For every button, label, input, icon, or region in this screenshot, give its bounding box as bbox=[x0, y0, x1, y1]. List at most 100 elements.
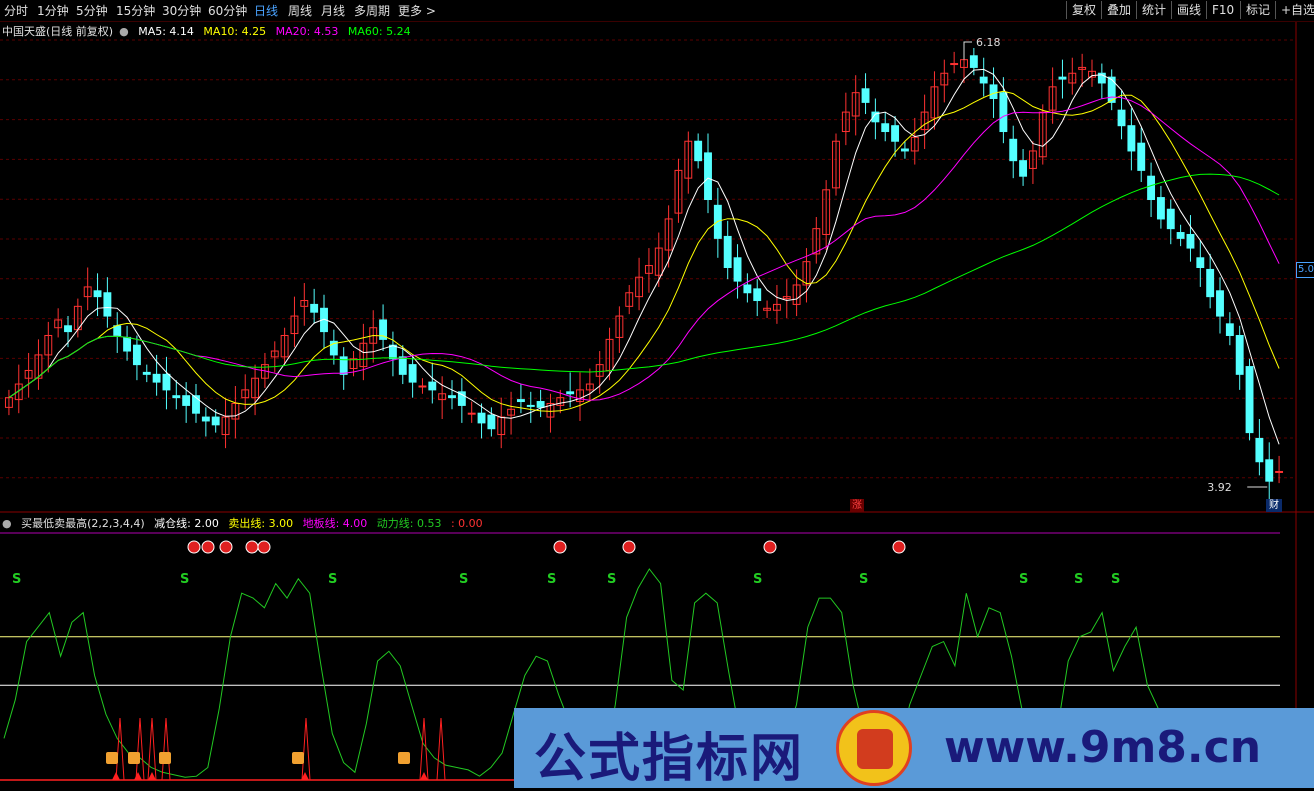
buy-arrow-icon bbox=[112, 772, 120, 780]
candle-body bbox=[448, 395, 456, 399]
candle-body bbox=[1275, 470, 1284, 473]
s-marker: S bbox=[328, 572, 337, 587]
sell-ball-icon bbox=[892, 540, 906, 554]
candle-body bbox=[1147, 175, 1156, 201]
candle-body bbox=[694, 140, 703, 162]
candle-body bbox=[1265, 459, 1274, 482]
sell-ball-icon bbox=[763, 540, 777, 554]
s-marker: S bbox=[1019, 572, 1028, 587]
candle-body bbox=[536, 401, 545, 408]
candle-body bbox=[1176, 232, 1185, 239]
s-marker: S bbox=[547, 572, 556, 587]
candle-body bbox=[487, 414, 496, 430]
high-price-label: 6.18 bbox=[976, 36, 1001, 49]
s-marker: S bbox=[459, 572, 468, 587]
buy-flag-icon bbox=[106, 752, 118, 764]
candle-body bbox=[64, 325, 72, 333]
candle-body bbox=[566, 391, 575, 395]
candle-body bbox=[753, 288, 762, 302]
s-marker: S bbox=[859, 572, 868, 587]
candles bbox=[4, 48, 1284, 501]
candle-body bbox=[881, 123, 890, 133]
candle-body bbox=[467, 412, 476, 415]
candle-body bbox=[172, 395, 181, 399]
candle-body bbox=[132, 344, 141, 366]
sell-ball-icon bbox=[257, 540, 271, 554]
buy-arrow-icon bbox=[134, 772, 142, 780]
low-price-label: 3.92 bbox=[1207, 481, 1232, 494]
buy-flag-icon bbox=[159, 752, 171, 764]
ma10-line bbox=[8, 90, 1280, 412]
s-marker: S bbox=[1111, 572, 1120, 587]
candle-body bbox=[388, 344, 397, 360]
sell-ball-icon bbox=[622, 540, 636, 554]
buy-flag-icon bbox=[398, 752, 410, 764]
candle-body bbox=[162, 373, 171, 391]
buy-arrow-icon bbox=[420, 772, 428, 780]
signal-spike bbox=[115, 717, 125, 781]
annotations: 6.18 3.92 bbox=[963, 36, 1268, 494]
candle-body bbox=[743, 284, 752, 294]
candle-body bbox=[152, 373, 161, 383]
candle-body bbox=[1196, 257, 1205, 268]
candle-body bbox=[516, 399, 525, 403]
signal-spike bbox=[436, 717, 446, 781]
buy-flag-icon bbox=[292, 752, 304, 764]
candle-body bbox=[428, 381, 437, 391]
watermark-title: 公式指标网 bbox=[534, 729, 805, 789]
ma20-line bbox=[8, 96, 1280, 401]
candle-body bbox=[408, 364, 417, 383]
s-marker: S bbox=[607, 572, 616, 587]
signal-spike bbox=[301, 717, 311, 781]
s-marker: S bbox=[180, 572, 189, 587]
watermark-banner: 公式指标网 www.9m8.cn bbox=[514, 708, 1314, 789]
candle-body bbox=[1117, 109, 1126, 127]
candle-body bbox=[979, 76, 988, 84]
candle-body bbox=[1137, 142, 1146, 171]
candle-body bbox=[861, 88, 870, 103]
moving-averages bbox=[8, 68, 1280, 445]
candle-body bbox=[310, 303, 319, 313]
candle-body bbox=[969, 55, 978, 68]
kline-chart[interactable]: S S S S S S S S S S S 6.18 3.92 bbox=[0, 0, 1314, 788]
signal-spike bbox=[135, 717, 145, 781]
candle-body bbox=[1235, 334, 1244, 375]
cai-badge[interactable]: 财 bbox=[1266, 499, 1282, 512]
candle-body bbox=[704, 152, 712, 201]
candle-body bbox=[723, 235, 732, 268]
candle-body bbox=[113, 325, 122, 336]
candle-body bbox=[1206, 268, 1215, 298]
candle-body bbox=[142, 371, 151, 375]
candle-body bbox=[999, 92, 1008, 133]
candle-body bbox=[192, 395, 200, 414]
sell-ball-icon bbox=[553, 540, 567, 554]
candle-body bbox=[989, 84, 998, 100]
candle-body bbox=[1216, 290, 1224, 317]
candle-body bbox=[103, 292, 112, 317]
candle-body bbox=[1225, 323, 1234, 336]
sell-ball-icon bbox=[219, 540, 233, 554]
candle-body bbox=[1166, 208, 1175, 230]
sell-ball-icon bbox=[245, 540, 259, 554]
candle-body bbox=[477, 412, 486, 424]
candle-body bbox=[900, 148, 909, 152]
site-logo-icon bbox=[836, 710, 912, 786]
candle-body bbox=[418, 385, 427, 388]
buy-arrow-icon bbox=[148, 772, 156, 780]
candle-body bbox=[1156, 197, 1165, 220]
ma5-line bbox=[8, 68, 1280, 445]
price-axis-tag: 5.0 bbox=[1296, 262, 1314, 278]
watermark-url: www.9m8.cn bbox=[944, 722, 1262, 773]
signal-spike bbox=[161, 717, 171, 781]
candle-body bbox=[1186, 233, 1195, 249]
candle-body bbox=[201, 416, 210, 422]
candle-body bbox=[182, 395, 191, 406]
sell-ball-icon bbox=[187, 540, 201, 554]
zhang-badge[interactable]: 涨 bbox=[850, 499, 864, 512]
candle-body bbox=[1245, 366, 1254, 434]
candle-body bbox=[93, 290, 102, 298]
candle-body bbox=[526, 404, 535, 407]
candle-body bbox=[891, 125, 900, 142]
buy-flag-icon bbox=[128, 752, 140, 764]
ma60-line bbox=[8, 173, 1280, 399]
